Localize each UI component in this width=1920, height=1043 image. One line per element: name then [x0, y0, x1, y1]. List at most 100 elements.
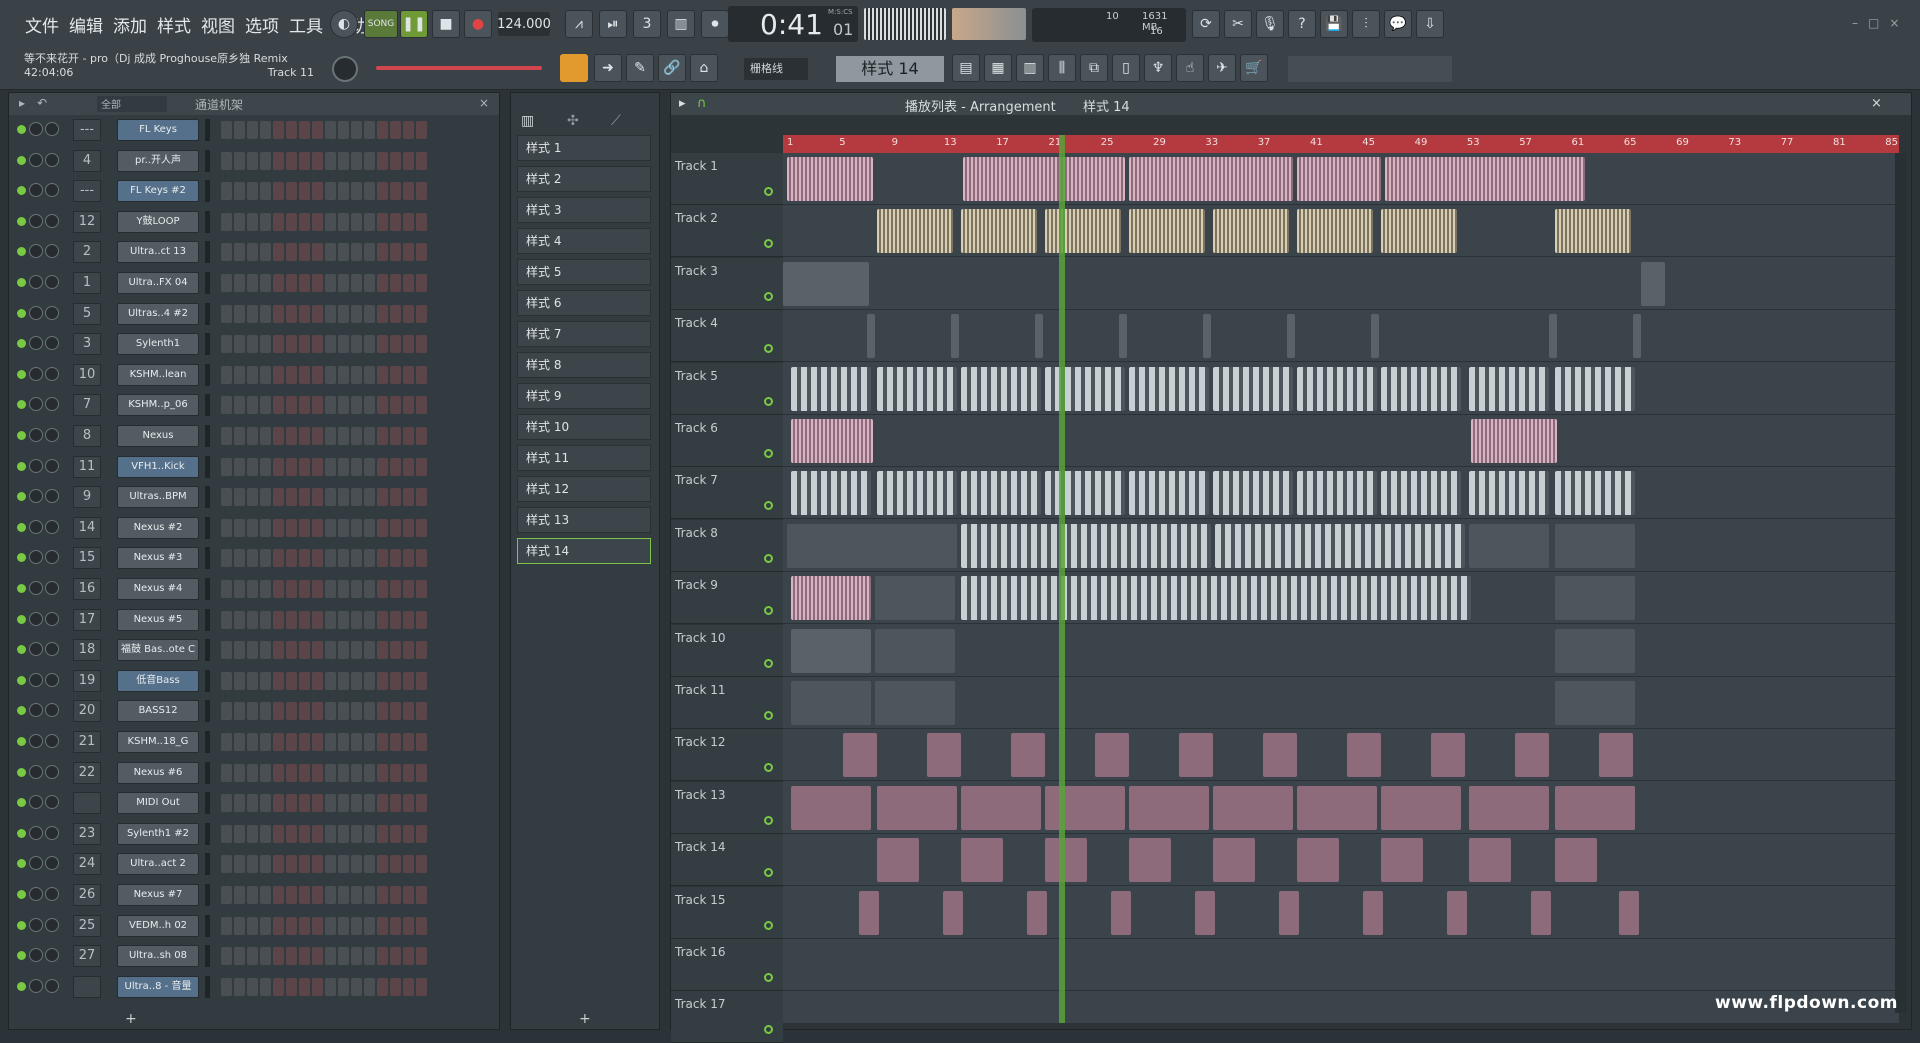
- step-button[interactable]: [273, 396, 284, 415]
- step-button[interactable]: [390, 212, 401, 231]
- channel-name-button[interactable]: Sylenth1: [117, 333, 199, 356]
- step-button[interactable]: [299, 794, 310, 813]
- step-button[interactable]: [364, 365, 375, 384]
- pan-knob[interactable]: [29, 458, 43, 473]
- step-button[interactable]: [403, 488, 414, 507]
- step-button[interactable]: [403, 335, 414, 354]
- step-button[interactable]: [273, 702, 284, 721]
- track-mute-icon[interactable]: [764, 606, 773, 616]
- arrangement-clip[interactable]: [791, 681, 871, 725]
- step-button[interactable]: [390, 457, 401, 476]
- arrangement-clip[interactable]: [1027, 890, 1047, 935]
- arrangement-clip[interactable]: [1045, 785, 1125, 830]
- step-button[interactable]: [234, 304, 245, 323]
- pan-knob[interactable]: [29, 978, 43, 993]
- pause-button[interactable]: ❚❚: [400, 10, 428, 38]
- channel-row[interactable]: --- FL Keys #2: [9, 176, 499, 206]
- step-button[interactable]: [221, 794, 232, 813]
- step-button[interactable]: [312, 427, 323, 445]
- channel-name-button[interactable]: Nexus #5: [117, 608, 199, 631]
- step-button[interactable]: [299, 702, 310, 721]
- arrangement-clip[interactable]: [961, 209, 1037, 254]
- arrangement-clip[interactable]: [1213, 838, 1255, 883]
- step-button[interactable]: [312, 212, 323, 231]
- arrangement-clip[interactable]: [791, 628, 871, 673]
- step-button[interactable]: [338, 212, 349, 231]
- step-button[interactable]: [390, 977, 401, 996]
- step-button[interactable]: [416, 151, 427, 170]
- channel-led-icon[interactable]: [17, 798, 26, 808]
- step-button[interactable]: [221, 212, 232, 231]
- step-button[interactable]: [273, 671, 284, 690]
- step-button[interactable]: [234, 763, 245, 782]
- step-button[interactable]: [286, 824, 297, 843]
- volume-knob[interactable]: [45, 122, 59, 136]
- download-icon[interactable]: ⇩: [1416, 10, 1444, 38]
- step-button[interactable]: [416, 549, 427, 568]
- arrangement-clip[interactable]: [1381, 785, 1461, 830]
- step-button[interactable]: [234, 549, 245, 568]
- channel-select-meter[interactable]: [205, 853, 210, 876]
- channel-led-icon[interactable]: [17, 737, 26, 746]
- step-button[interactable]: [338, 304, 349, 323]
- channel-row[interactable]: 16 Nexus #4: [9, 574, 499, 604]
- volume-knob[interactable]: [45, 581, 59, 595]
- step-button[interactable]: [286, 733, 297, 751]
- step-button[interactable]: [247, 916, 258, 935]
- step-button[interactable]: [377, 427, 388, 445]
- add-pattern-icon[interactable]: +: [579, 1011, 591, 1027]
- step-button[interactable]: [234, 182, 245, 201]
- volume-knob[interactable]: [45, 458, 59, 473]
- step-button[interactable]: [338, 794, 349, 813]
- step-button[interactable]: [325, 947, 336, 966]
- audio-view-icon[interactable]: ⟋: [611, 113, 621, 129]
- step-button[interactable]: [312, 794, 323, 813]
- channel-select-meter[interactable]: [205, 210, 210, 233]
- track-lane[interactable]: [783, 834, 1899, 887]
- step-button[interactable]: [221, 549, 232, 568]
- step-button[interactable]: [416, 396, 427, 415]
- cut-icon[interactable]: ✂: [1224, 10, 1252, 38]
- step-button[interactable]: [338, 457, 349, 476]
- arrangement-clip[interactable]: [791, 471, 871, 516]
- step-button[interactable]: [377, 763, 388, 782]
- channel-row[interactable]: 7 KSHM..p_06: [9, 390, 499, 420]
- step-button[interactable]: [338, 580, 349, 598]
- step-button[interactable]: [286, 151, 297, 170]
- arrangement-clip[interactable]: [1129, 785, 1209, 830]
- arrangement-clip[interactable]: [1297, 471, 1377, 516]
- pan-knob[interactable]: [29, 244, 43, 259]
- track-mute-icon[interactable]: [764, 291, 773, 301]
- step-button[interactable]: [364, 396, 375, 415]
- step-button[interactable]: [364, 702, 375, 721]
- arrangement-clip[interactable]: [1555, 838, 1597, 883]
- step-button[interactable]: [325, 212, 336, 231]
- step-button[interactable]: [403, 855, 414, 874]
- metronome-icon[interactable]: ⩘: [565, 10, 593, 38]
- step-button[interactable]: [364, 671, 375, 690]
- arrangement-clip[interactable]: [1035, 314, 1043, 359]
- add-channel-icon[interactable]: +: [125, 1011, 137, 1027]
- step-button[interactable]: [325, 549, 336, 568]
- step-button[interactable]: [325, 488, 336, 507]
- track-mute-icon[interactable]: [764, 711, 773, 720]
- channel-select-meter[interactable]: [205, 486, 210, 509]
- step-button[interactable]: [260, 641, 271, 660]
- step-button[interactable]: [416, 824, 427, 843]
- channel-name-button[interactable]: Ultra..ct 13: [117, 241, 199, 264]
- arrangement-clip[interactable]: [1203, 314, 1211, 359]
- menu-item-3[interactable]: 样式: [156, 12, 192, 37]
- step-button[interactable]: [351, 274, 362, 292]
- volume-knob[interactable]: [45, 275, 59, 289]
- step-button[interactable]: [364, 518, 375, 537]
- step-button[interactable]: [364, 549, 375, 568]
- step-button[interactable]: [338, 763, 349, 782]
- step-button[interactable]: [299, 427, 310, 445]
- arrangement-clip[interactable]: [1045, 838, 1087, 883]
- volume-knob[interactable]: [45, 734, 59, 748]
- arrangement-clip[interactable]: [1555, 366, 1635, 411]
- master-pitch-slider[interactable]: [376, 66, 542, 70]
- menu-item-5[interactable]: 选项: [244, 12, 280, 37]
- step-button[interactable]: [403, 610, 414, 629]
- arrangement-clip[interactable]: [1555, 523, 1635, 568]
